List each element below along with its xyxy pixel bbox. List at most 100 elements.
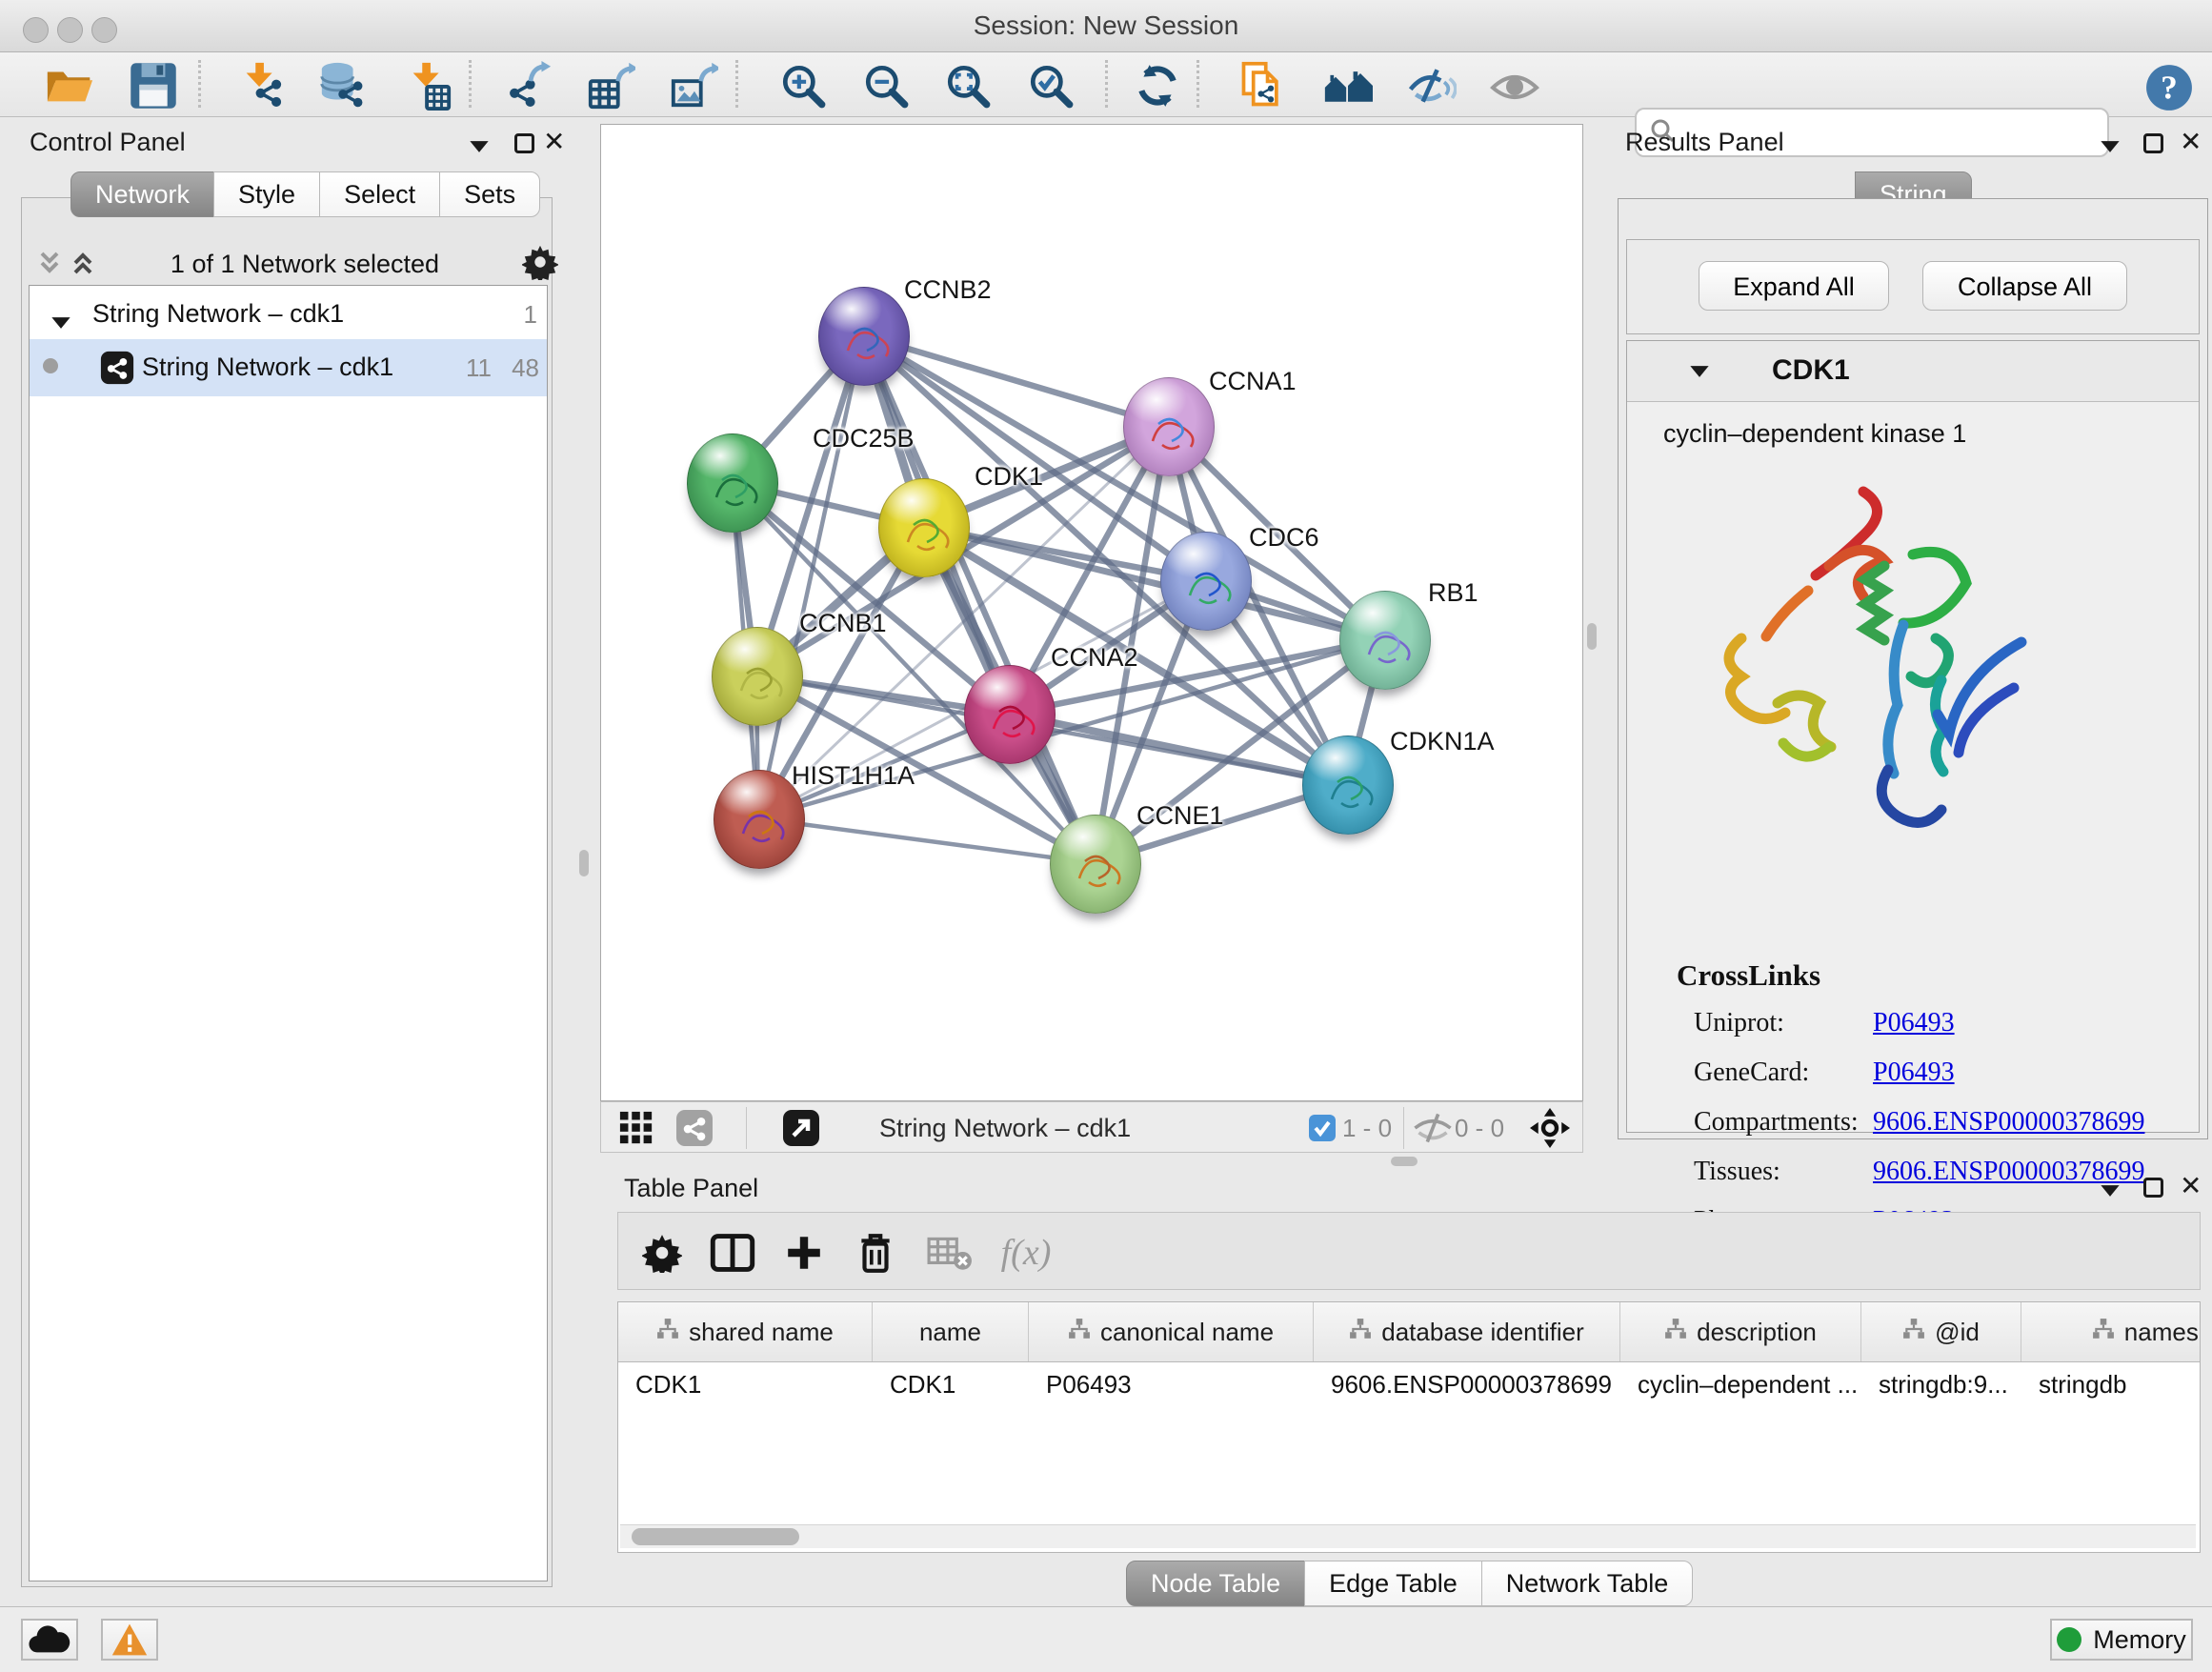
pan-crosshair-icon[interactable]: [1530, 1109, 1570, 1147]
expand-all-button[interactable]: Expand All: [1699, 261, 1889, 311]
cloud-status-button[interactable]: [21, 1619, 78, 1661]
tab-node-table[interactable]: Node Table: [1126, 1561, 1305, 1606]
clone-network-icon[interactable]: [1235, 58, 1290, 113]
hidden-eye-slash-icon[interactable]: [1413, 1109, 1453, 1147]
crosslink-label: Compartments:: [1694, 1107, 1859, 1138]
network-node-CCNB2[interactable]: [818, 287, 910, 386]
network-node-CDKN1A[interactable]: [1302, 735, 1394, 835]
network-node-CDC25B[interactable]: [687, 433, 778, 533]
table-panel-maximize-icon[interactable]: [2143, 1178, 2163, 1198]
export-network-icon[interactable]: [501, 58, 556, 113]
network-node-CDK1[interactable]: [878, 478, 970, 577]
protein-thumbnail-icon: [688, 434, 777, 532]
results-panel-close-icon[interactable]: ✕: [2180, 131, 2202, 152]
results-panel-float-icon[interactable]: [2100, 139, 2121, 158]
tab-edge-table[interactable]: Edge Table: [1304, 1561, 1482, 1606]
open-session-icon[interactable]: [42, 58, 97, 113]
selected-checkbox-icon[interactable]: [1308, 1109, 1337, 1147]
tab-select[interactable]: Select: [319, 171, 440, 217]
column-header-@id[interactable]: @id: [1861, 1302, 2021, 1361]
graphics-details-icon[interactable]: [1404, 58, 1459, 113]
table-panel-close-icon[interactable]: ✕: [2180, 1176, 2202, 1197]
network-node-CCNA1[interactable]: [1123, 377, 1215, 476]
tab-style[interactable]: Style: [213, 171, 320, 217]
zoom-in-icon[interactable]: [775, 58, 831, 113]
network-row-selected[interactable]: String Network – cdk1 11 48: [30, 339, 547, 396]
show-columns-icon[interactable]: [706, 1226, 759, 1279]
crosslink-compartments[interactable]: 9606.ENSP00000378699: [1873, 1107, 2144, 1138]
table-settings-gear-icon[interactable]: [635, 1226, 689, 1279]
expand-all-icon[interactable]: [70, 250, 95, 281]
protein-structure-image: [1686, 474, 2048, 856]
column-header-shared-name[interactable]: shared name: [618, 1302, 873, 1361]
show-hide-eye-icon[interactable]: [1487, 58, 1542, 113]
first-neighbors-icon[interactable]: [1320, 58, 1376, 113]
protein-thumbnail-icon: [713, 628, 802, 725]
birds-eye-grid-icon[interactable]: [618, 1109, 654, 1147]
protein-thumbnail-icon: [879, 479, 969, 576]
zoom-fit-icon[interactable]: [940, 58, 995, 113]
add-column-icon[interactable]: [777, 1226, 831, 1279]
network-node-CCNE1[interactable]: [1050, 815, 1141, 914]
delete-column-icon[interactable]: [849, 1226, 902, 1279]
refresh-layout-icon[interactable]: [1130, 58, 1185, 113]
network-view-canvas[interactable]: CCNB2 CCNA1 CDC25B CDK1 CDC6 RB1 CCNB1 C…: [600, 124, 1583, 1101]
column-header-namespace[interactable]: namespace: [2021, 1302, 2201, 1361]
collapse-all-icon[interactable]: [37, 250, 62, 281]
network-selection-status: 1 of 1 Network selected: [114, 250, 495, 279]
left-splitter-handle[interactable]: [579, 850, 589, 876]
gene-card-header[interactable]: CDK1: [1627, 341, 2199, 402]
node-label-RB1: RB1: [1428, 578, 1478, 608]
network-node-CCNA2[interactable]: [964, 665, 1056, 764]
crosslink-genecard[interactable]: P06493: [1873, 1058, 1955, 1088]
column-header-description[interactable]: description: [1620, 1302, 1861, 1361]
collapse-gene-icon[interactable]: [1689, 364, 1710, 383]
collapse-all-button[interactable]: Collapse All: [1922, 261, 2127, 311]
tab-network-table[interactable]: Network Table: [1481, 1561, 1694, 1606]
current-network-name: String Network – cdk1: [879, 1109, 1131, 1147]
import-table-from-file-icon[interactable]: [401, 58, 456, 113]
scrollbar-thumb[interactable]: [632, 1528, 799, 1545]
crosslink-uniprot[interactable]: P06493: [1873, 1008, 1955, 1038]
import-network-from-file-icon[interactable]: [234, 58, 290, 113]
table-row[interactable]: CDK1CDK1P064939606.ENSP00000378699cyclin…: [618, 1362, 2201, 1406]
edge-count: 48: [512, 353, 539, 383]
gear-icon[interactable]: [522, 244, 558, 280]
toolbar-separator: [1196, 60, 1199, 108]
table-panel-float-icon[interactable]: [2100, 1183, 2121, 1202]
help-button[interactable]: ?: [2142, 60, 2197, 115]
control-panel-maximize-icon[interactable]: [514, 133, 534, 153]
zoom-selected-icon[interactable]: [1023, 58, 1078, 113]
toolbar-separator: [469, 60, 472, 108]
network-node-RB1[interactable]: [1339, 591, 1431, 690]
tab-sets[interactable]: Sets: [439, 171, 540, 217]
collapse-tree-icon[interactable]: [50, 307, 71, 336]
zoom-out-icon[interactable]: [858, 58, 914, 113]
column-header-name[interactable]: name: [873, 1302, 1029, 1361]
warnings-button[interactable]: [101, 1619, 158, 1661]
results-panel-maximize-icon[interactable]: [2143, 133, 2163, 153]
edge-HIST1H1A-CCNE1[interactable]: [758, 818, 1095, 863]
tab-network[interactable]: Network: [70, 171, 214, 217]
network-node-CDC6[interactable]: [1160, 532, 1252, 631]
column-header-canonical-name[interactable]: canonical name: [1029, 1302, 1314, 1361]
memory-button[interactable]: Memory: [2050, 1619, 2193, 1661]
network-node-CCNB1[interactable]: [712, 627, 803, 726]
network-share-icon[interactable]: [675, 1109, 714, 1147]
import-network-from-database-icon[interactable]: [314, 58, 370, 113]
protein-thumbnail-icon: [1303, 736, 1393, 834]
table-horizontal-scrollbar[interactable]: [620, 1524, 2196, 1548]
control-panel-float-icon[interactable]: [469, 139, 490, 158]
export-image-icon[interactable]: [666, 58, 721, 113]
export-table-icon[interactable]: [583, 58, 638, 113]
protein-thumbnail-icon: [1161, 533, 1251, 630]
network-collection-row[interactable]: String Network – cdk1 1: [30, 292, 547, 339]
crosslinks-title: CrossLinks: [1677, 958, 1820, 993]
save-session-icon[interactable]: [126, 58, 181, 113]
title-bar: Session: New Session: [0, 0, 2212, 52]
column-header-database-identifier[interactable]: database identifier: [1314, 1302, 1620, 1361]
open-external-view-icon[interactable]: [782, 1109, 820, 1147]
control-panel-close-icon[interactable]: ✕: [543, 131, 565, 152]
horizontal-splitter-handle[interactable]: [1391, 1157, 1418, 1166]
right-splitter-handle[interactable]: [1587, 623, 1597, 650]
